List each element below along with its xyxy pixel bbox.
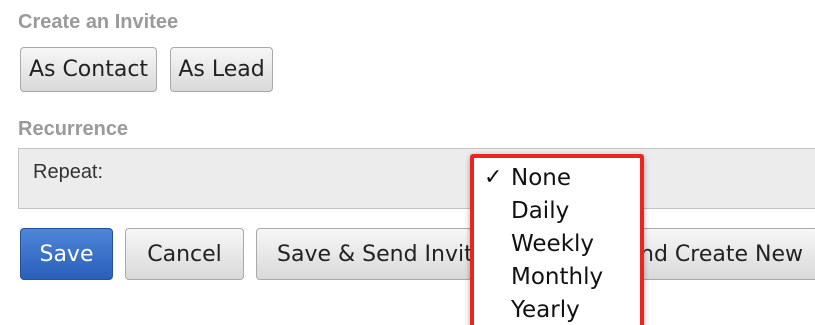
save-and-create-label: nd Create New (640, 241, 803, 267)
repeat-option-label: Weekly (511, 231, 595, 257)
repeat-option-label: Monthly (511, 264, 604, 290)
save-and-create-new-button[interactable]: nd Create New (640, 228, 815, 280)
invitee-section-title: Create an Invitee (18, 11, 179, 33)
as-lead-button[interactable]: As Lead (170, 47, 273, 92)
recurrence-panel: Repeat: (18, 148, 815, 209)
repeat-option-label: None (511, 165, 572, 191)
save-button[interactable]: Save (20, 228, 113, 280)
as-contact-label: As Contact (28, 57, 149, 82)
as-lead-label: As Lead (178, 57, 265, 82)
repeat-option-yearly[interactable]: Yearly (474, 294, 640, 325)
repeat-dropdown-menu: ✓ None Daily Weekly Monthly Yearly (470, 154, 644, 325)
as-contact-button[interactable]: As Contact (20, 47, 157, 92)
repeat-option-daily[interactable]: Daily (474, 195, 640, 228)
save-label: Save (39, 241, 94, 267)
save-and-send-invites-button[interactable]: Save & Send Invit (256, 228, 472, 280)
cancel-button[interactable]: Cancel (125, 228, 244, 280)
repeat-option-label: Yearly (511, 297, 580, 323)
repeat-option-label: Daily (511, 198, 570, 224)
save-and-send-label: Save & Send Invit (277, 241, 472, 267)
cancel-label: Cancel (147, 241, 222, 267)
repeat-option-weekly[interactable]: Weekly (474, 228, 640, 261)
recurrence-section-title: Recurrence (18, 118, 129, 140)
repeat-label: Repeat: (33, 161, 104, 183)
repeat-option-none[interactable]: ✓ None (474, 162, 640, 195)
meeting-edit-form: Create an Invitee As Contact As Lead Rec… (0, 0, 815, 325)
checkmark-icon: ✓ (484, 165, 503, 190)
repeat-option-monthly[interactable]: Monthly (474, 261, 640, 294)
